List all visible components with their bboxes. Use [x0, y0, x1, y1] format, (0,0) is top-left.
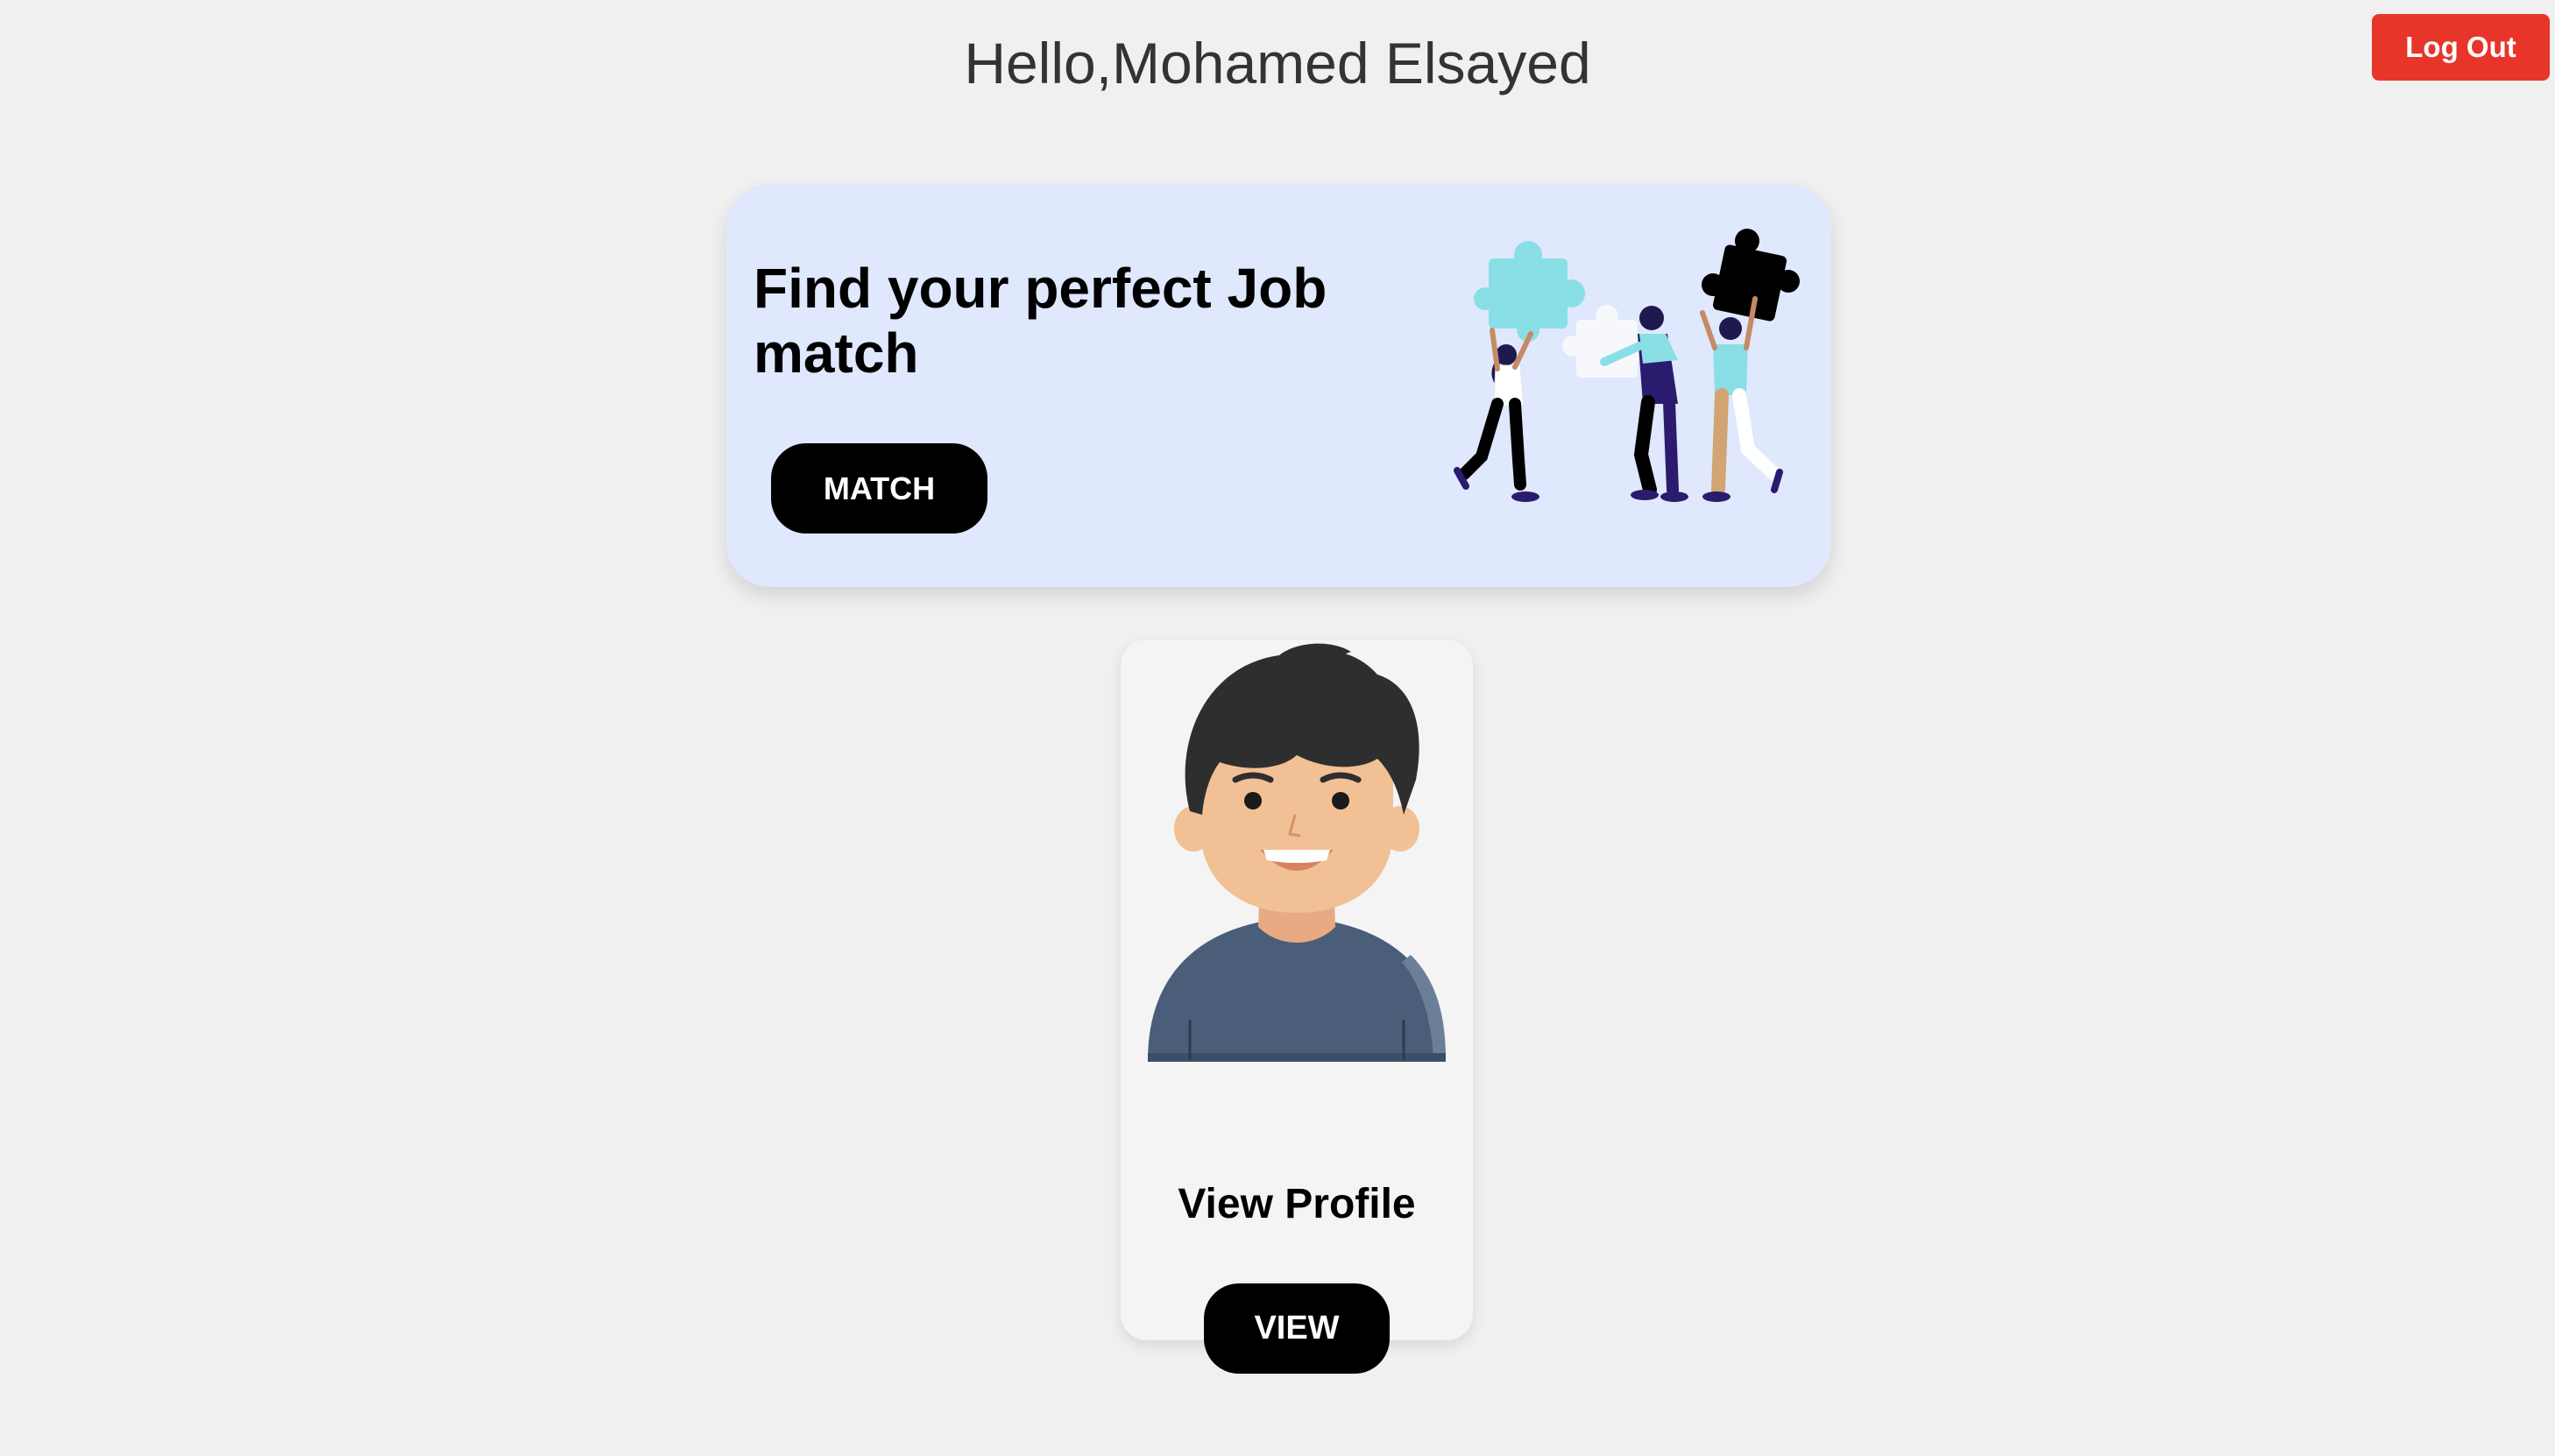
- greeting-heading: Hello,Mohamed Elsayed: [964, 31, 1591, 95]
- profile-card: View Profile: [1121, 640, 1473, 1340]
- view-profile-title: View Profile: [1178, 1181, 1416, 1227]
- view-profile-button[interactable]: VIEW: [1204, 1283, 1390, 1374]
- user-avatar-icon: [1148, 643, 1446, 1062]
- match-button[interactable]: MATCH: [771, 443, 987, 534]
- job-match-card: Find your perfect Job match MATCH: [726, 184, 1831, 587]
- logout-button[interactable]: Log Out: [2372, 14, 2550, 81]
- job-match-title: Find your perfect Job match: [754, 257, 1327, 385]
- people-puzzle-illustration-icon: [1454, 229, 1800, 502]
